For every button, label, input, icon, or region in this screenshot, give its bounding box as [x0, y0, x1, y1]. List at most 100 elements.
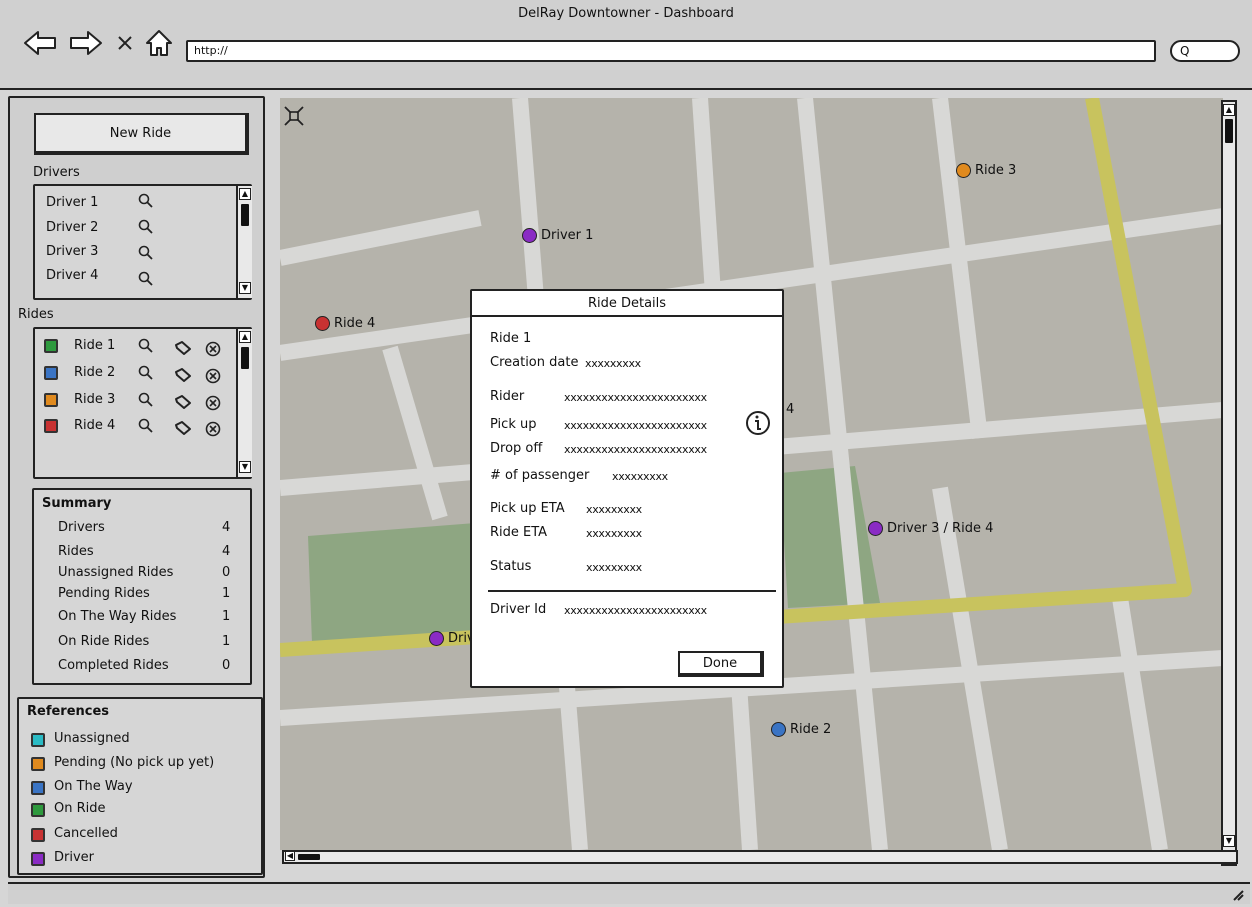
marker-label: Driver 1	[541, 228, 594, 243]
home-icon[interactable]	[142, 26, 176, 60]
map-horizontal-scrollbar[interactable]: ◀	[282, 850, 1238, 864]
search-icon[interactable]	[138, 219, 154, 235]
drivers-title: Drivers	[33, 165, 80, 180]
tag-icon[interactable]	[174, 394, 192, 410]
creation-date-label: Creation date	[490, 355, 579, 370]
ride-item-label[interactable]: Ride 1	[74, 338, 115, 353]
status-swatch	[31, 828, 45, 842]
status-swatch	[31, 733, 45, 747]
marker-label: Driver 3 / Ride 4	[887, 521, 994, 536]
summary-value: 4	[222, 520, 231, 535]
fullscreen-icon[interactable]	[282, 104, 306, 128]
marker-dot	[956, 163, 971, 178]
rider-label: Rider	[490, 389, 525, 404]
scroll-thumb[interactable]	[241, 204, 249, 226]
summary-title: Summary	[42, 496, 112, 511]
map-marker-ride-2[interactable]: Ride 2	[771, 722, 831, 737]
status-swatch	[31, 781, 45, 795]
tag-icon[interactable]	[174, 367, 192, 383]
window-title: DelRay Downtowner - Dashboard	[518, 6, 734, 21]
summary-value: 4	[222, 544, 231, 559]
cancel-ride-icon[interactable]	[205, 421, 221, 437]
map-marker-ride-4[interactable]: Ride 4	[315, 316, 375, 331]
cancel-ride-icon[interactable]	[205, 368, 221, 384]
summary-label: On Ride Rides	[58, 634, 150, 649]
driver-item-label[interactable]: Driver 2	[46, 220, 98, 235]
summary-label: Pending Rides	[58, 586, 150, 601]
driver-item-label[interactable]: Driver 1	[46, 195, 98, 210]
forward-arrow-icon[interactable]	[68, 26, 104, 60]
rides-scrollbar[interactable]: ▲ ▼	[236, 329, 252, 477]
summary-value: 1	[222, 609, 231, 624]
map-marker-driver-1[interactable]: Driver 1	[522, 228, 593, 243]
tag-icon[interactable]	[174, 340, 192, 356]
map-label-fragment: 4	[786, 402, 795, 417]
scroll-down-arrow-icon[interactable]: ▼	[239, 282, 251, 294]
summary-label: Drivers	[58, 520, 105, 535]
resize-grip-icon[interactable]	[1230, 887, 1244, 901]
rides-title: Rides	[18, 307, 54, 322]
map-marker-ride-3[interactable]: Ride 3	[956, 163, 1016, 178]
map-marker-driver-3-ride-4[interactable]: Driver 3 / Ride 4	[868, 521, 993, 536]
scroll-up-arrow-icon[interactable]: ▲	[239, 331, 251, 343]
dialog-title: Ride Details	[472, 291, 782, 317]
marker-label: Ride 3	[975, 163, 1017, 178]
ride-item-label[interactable]: Ride 3	[74, 392, 115, 407]
status-value: xxxxxxxxx	[586, 561, 642, 574]
reference-label: Driver	[54, 850, 95, 865]
status-swatch	[31, 757, 45, 771]
search-label: Q	[1180, 44, 1190, 58]
scroll-down-arrow-icon[interactable]: ▼	[239, 461, 251, 473]
summary-value: 1	[222, 586, 231, 601]
info-icon[interactable]	[745, 410, 771, 436]
marker-dot	[771, 722, 786, 737]
scroll-down-arrow-icon[interactable]: ▼	[1223, 835, 1235, 847]
search-icon[interactable]	[138, 193, 154, 209]
marker-dot	[429, 631, 444, 646]
search-icon[interactable]	[138, 365, 154, 381]
summary-label: Unassigned Rides	[58, 565, 174, 580]
search-icon[interactable]	[138, 418, 154, 434]
stop-icon[interactable]	[114, 26, 136, 60]
ride-item-label[interactable]: Ride 4	[74, 418, 115, 433]
summary-value: 0	[222, 565, 231, 580]
scroll-thumb[interactable]	[241, 347, 249, 369]
dropoff-label: Drop off	[490, 441, 543, 456]
marker-dot	[315, 316, 330, 331]
reference-label: Unassigned	[54, 731, 130, 746]
references-title: References	[27, 704, 110, 719]
map-marker-driver[interactable]: Driv	[429, 631, 475, 646]
scroll-thumb[interactable]	[1225, 119, 1233, 143]
map-vertical-scrollbar[interactable]: ▲ ▼ ▶	[1221, 100, 1237, 866]
marker-dot	[522, 228, 537, 243]
cancel-ride-icon[interactable]	[205, 341, 221, 357]
divider	[488, 590, 776, 592]
driver-item-label[interactable]: Driver 3	[46, 244, 98, 259]
scroll-left-arrow-icon[interactable]: ◀	[285, 851, 295, 861]
cancel-ride-icon[interactable]	[205, 395, 221, 411]
new-ride-button[interactable]: New Ride	[34, 113, 249, 155]
search-icon[interactable]	[138, 392, 154, 408]
url-input[interactable]: http://	[186, 40, 1156, 62]
driver-item-label[interactable]: Driver 4	[46, 268, 98, 283]
pickup-eta-label: Pick up ETA	[490, 501, 565, 516]
search-icon[interactable]	[138, 245, 154, 261]
driver-id-value: xxxxxxxxxxxxxxxxxxxxxxx	[564, 604, 707, 617]
summary-label: On The Way Rides	[58, 609, 177, 624]
scroll-up-arrow-icon[interactable]: ▲	[239, 188, 251, 200]
drivers-scrollbar[interactable]: ▲ ▼	[236, 186, 252, 298]
tag-icon[interactable]	[174, 420, 192, 436]
search-icon[interactable]	[138, 271, 154, 287]
summary-label: Rides	[58, 544, 94, 559]
scroll-up-arrow-icon[interactable]: ▲	[1223, 104, 1235, 116]
reference-label: Pending (No pick up yet)	[54, 755, 215, 770]
search-icon[interactable]	[138, 338, 154, 354]
pickup-eta-value: xxxxxxxxx	[586, 503, 642, 516]
search-button[interactable]: Q	[1170, 40, 1240, 62]
ride-item-label[interactable]: Ride 2	[74, 365, 115, 380]
scroll-thumb[interactable]	[298, 854, 320, 860]
back-arrow-icon[interactable]	[22, 26, 58, 60]
done-button[interactable]: Done	[678, 651, 764, 677]
dropoff-value: xxxxxxxxxxxxxxxxxxxxxxx	[564, 443, 707, 456]
summary-value: 1	[222, 634, 231, 649]
